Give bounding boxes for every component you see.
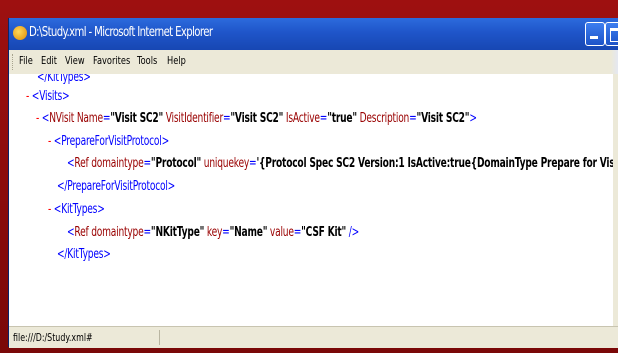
attribute-name: IsActive xyxy=(285,111,320,126)
xml-line: <Ref domaintype="Protocol" uniquekey='{P… xyxy=(67,156,618,171)
tag-bracket: < xyxy=(41,111,50,126)
attribute-value: "CSF Kit" xyxy=(301,225,347,240)
opening-tag: <KitTypes> xyxy=(53,202,105,217)
maximize-icon xyxy=(610,28,618,42)
equals-sign: = xyxy=(293,225,302,240)
minimize-icon xyxy=(590,36,598,39)
title-bar[interactable]: D:\Study.xml - Microsoft Internet Explor… xyxy=(9,18,618,50)
opening-tag: <Visits> xyxy=(31,89,70,104)
maximize-button[interactable] xyxy=(605,22,618,46)
collapse-toggle[interactable]: - xyxy=(48,134,51,149)
menu-favorites[interactable]: Favorites xyxy=(93,54,130,67)
toolbar-edge xyxy=(611,50,618,74)
xml-line: - <NVisit Name="Visit SC2" VisitIdentifi… xyxy=(36,111,477,126)
attribute-name: domaintype xyxy=(91,225,144,240)
equals-sign: = xyxy=(409,111,417,126)
attribute-name: Name xyxy=(76,111,103,126)
menu-bar: File Edit View Favorites Tools Help xyxy=(9,50,618,75)
closing-tag: </PrepareForVisitProtocol> xyxy=(57,179,176,194)
status-url: file:///D:/Study.xml# xyxy=(13,331,93,344)
element-name: Ref xyxy=(74,156,89,171)
attribute-value: "Visit SC2" xyxy=(230,111,284,126)
equals-sign: = xyxy=(222,111,231,126)
equals-sign: = xyxy=(319,111,328,126)
attribute-value: "true" xyxy=(327,111,357,126)
attribute-name: key xyxy=(206,225,223,240)
attribute-value: "Protocol" xyxy=(150,156,202,171)
attribute-name: uniquekey xyxy=(203,156,250,171)
equals-sign: = xyxy=(249,156,257,171)
opening-tag: <PrepareForVisitProtocol> xyxy=(53,134,170,149)
collapse-toggle[interactable]: - xyxy=(36,111,39,126)
equals-sign: = xyxy=(143,156,152,171)
browser-window: D:\Study.xml - Microsoft Internet Explor… xyxy=(8,18,618,348)
tag-bracket: < xyxy=(67,225,75,240)
attribute-name: value xyxy=(269,225,294,240)
window-title: D:\Study.xml - Microsoft Internet Explor… xyxy=(29,25,213,40)
equals-sign: = xyxy=(102,111,111,126)
xml-line: - <Visits> xyxy=(26,89,70,104)
xml-line: - <PrepareForVisitProtocol> xyxy=(48,134,169,149)
menu-edit[interactable]: Edit xyxy=(41,54,57,67)
xml-line: <Ref domaintype="NKitType" key="Name" va… xyxy=(67,225,359,240)
xml-line: </PrepareForVisitProtocol> xyxy=(57,179,175,194)
status-divider xyxy=(159,330,160,345)
attribute-value: "Visit SC2" xyxy=(416,111,470,126)
closing-tag: </KitTypes> xyxy=(57,247,111,262)
xml-document-view[interactable]: </KitTypes> - <Visits> - <NVisit Name="V… xyxy=(9,74,618,326)
xml-line: </KitTypes> xyxy=(57,247,111,262)
status-bar: file:///D:/Study.xml# xyxy=(9,326,618,348)
attribute-value: "Visit SC2" xyxy=(110,111,164,126)
tag-bracket: < xyxy=(67,156,75,171)
attribute-value: "Name" xyxy=(229,225,268,240)
collapse-toggle[interactable]: - xyxy=(48,202,51,217)
minimize-button[interactable] xyxy=(585,22,605,46)
menu-file[interactable]: File xyxy=(19,54,33,67)
menu-tools[interactable]: Tools xyxy=(137,54,157,67)
menu-help[interactable]: Help xyxy=(167,54,186,67)
tag-bracket: /> xyxy=(348,225,360,240)
ie-document-icon xyxy=(13,26,27,40)
xml-line: </KitTypes> xyxy=(37,74,91,85)
attribute-name: Description xyxy=(359,111,410,126)
menu-grip[interactable] xyxy=(12,54,15,70)
menu-view[interactable]: View xyxy=(65,54,85,67)
attribute-value: '{Protocol Spec SC2 Version:1 IsActive:t… xyxy=(256,156,618,171)
attribute-name: VisitIdentifier xyxy=(165,111,223,126)
attribute-value: "NKitType" xyxy=(150,225,205,240)
closing-tag: </KitTypes> xyxy=(37,74,91,85)
element-name: Ref xyxy=(74,225,89,240)
element-name: NVisit xyxy=(49,111,75,126)
tag-bracket: > xyxy=(469,111,477,126)
collapse-toggle[interactable]: - xyxy=(26,89,29,104)
xml-line: - <KitTypes> xyxy=(48,202,105,217)
equals-sign: = xyxy=(143,225,152,240)
attribute-name: domaintype xyxy=(91,156,144,171)
